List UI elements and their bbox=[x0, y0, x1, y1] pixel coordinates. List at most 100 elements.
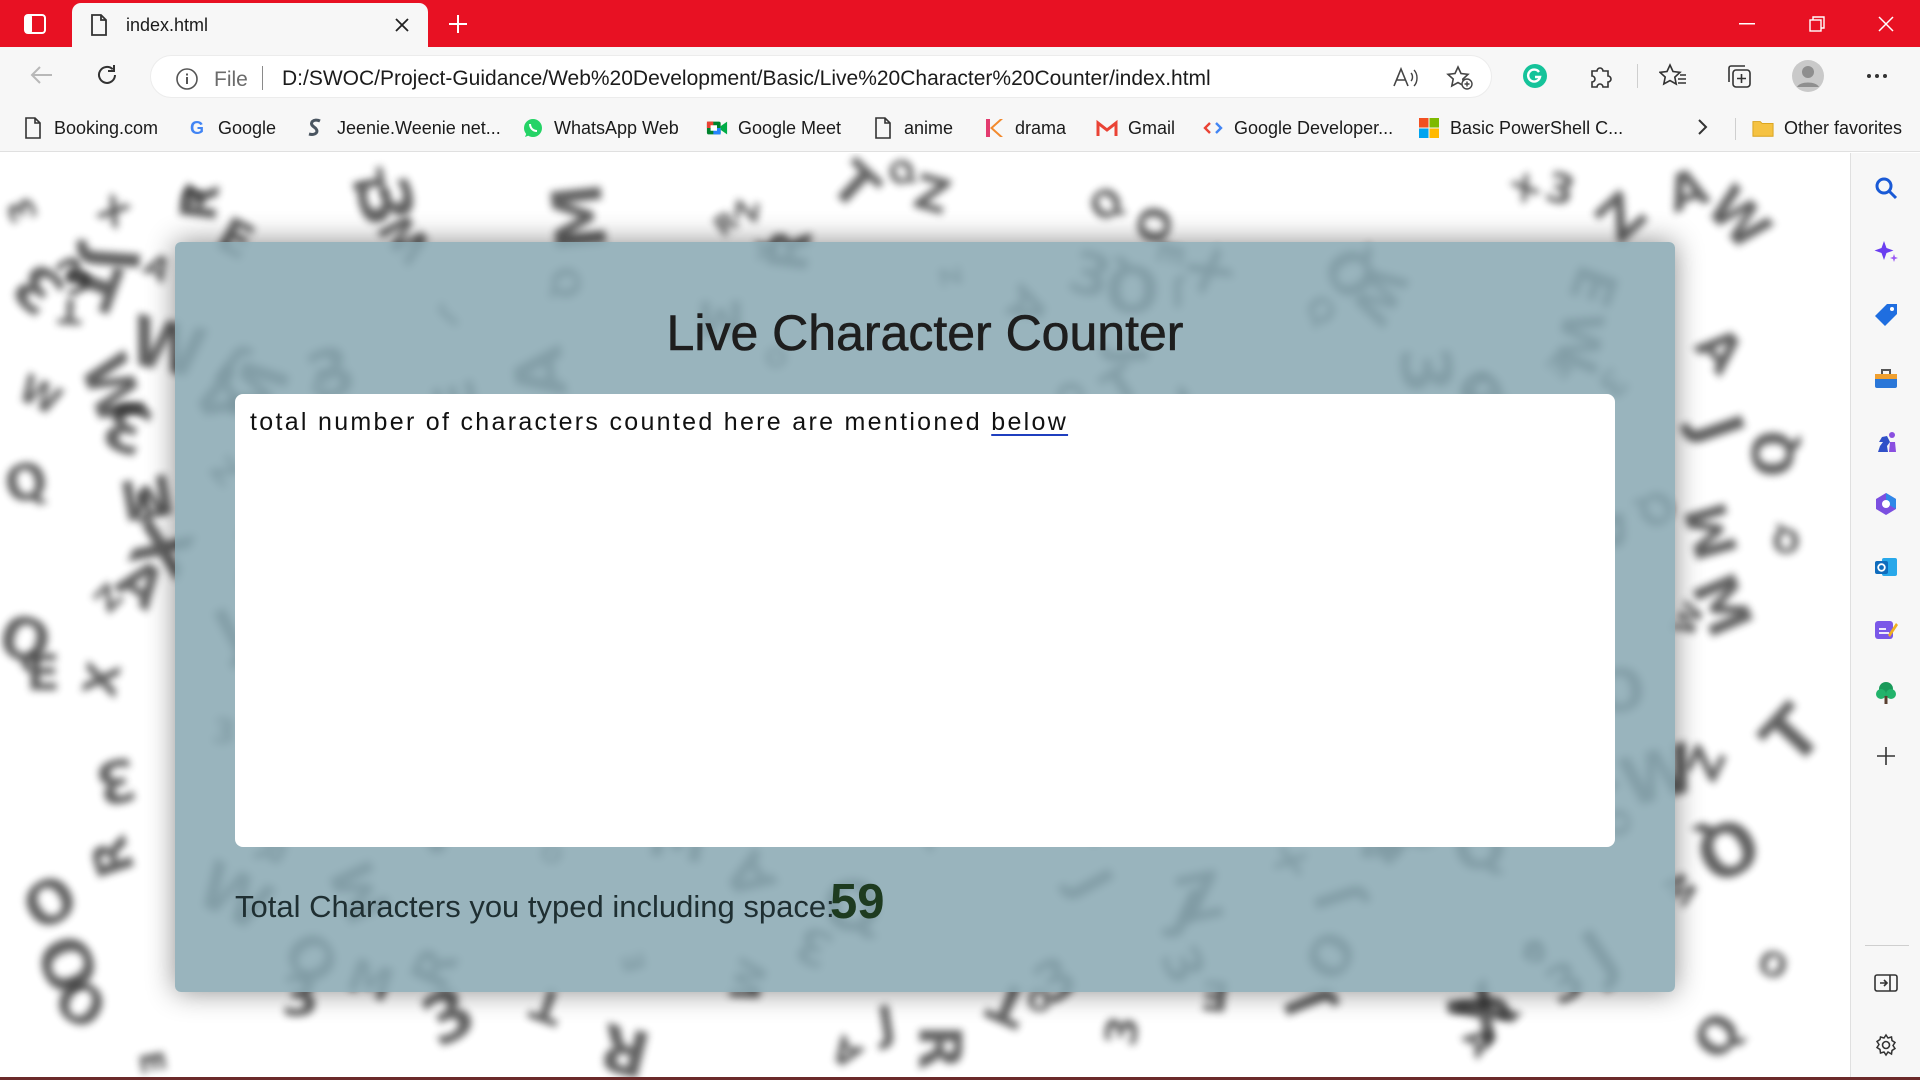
puzzle-icon bbox=[1588, 63, 1614, 89]
favorite-jeenie[interactable]: Jeenie.Weenie net... bbox=[305, 113, 501, 143]
background-letter: E bbox=[130, 1047, 174, 1078]
hide-sidebar-button[interactable] bbox=[1870, 967, 1902, 999]
background-letter: M bbox=[114, 460, 179, 533]
whatsapp-icon bbox=[522, 117, 544, 139]
favorite-drama[interactable]: drama bbox=[983, 113, 1066, 143]
favorite-label: Jeenie.Weenie net... bbox=[337, 117, 501, 138]
close-tab-button[interactable] bbox=[390, 13, 414, 37]
background-letter: X bbox=[73, 657, 132, 702]
favorite-booking[interactable]: Booking.com bbox=[22, 113, 158, 143]
favorite-developers[interactable]: Google Developer... bbox=[1202, 113, 1393, 143]
minimize-icon bbox=[1739, 22, 1755, 25]
sidebar-shopping-button[interactable] bbox=[1870, 299, 1902, 331]
favorite-powershell[interactable]: Basic PowerShell C... bbox=[1418, 113, 1623, 143]
minimize-button[interactable] bbox=[1716, 0, 1778, 47]
browser-tab-active[interactable]: index.html bbox=[72, 3, 428, 47]
sidebar-settings-button[interactable] bbox=[1870, 1029, 1902, 1061]
back-arrow-icon bbox=[30, 65, 54, 85]
favorite-label: Basic PowerShell C... bbox=[1450, 117, 1624, 138]
close-window-button[interactable] bbox=[1855, 0, 1917, 47]
background-letter: Q bbox=[1741, 428, 1809, 479]
sidebar-discover-button[interactable] bbox=[1870, 236, 1902, 268]
restore-button[interactable] bbox=[1786, 0, 1848, 47]
plus-icon bbox=[447, 13, 469, 35]
extensions-button[interactable] bbox=[1584, 59, 1618, 93]
plus-icon bbox=[1876, 746, 1896, 766]
grammarly-icon bbox=[1522, 63, 1548, 89]
favorites-button[interactable] bbox=[1656, 59, 1690, 93]
grammarly-button[interactable] bbox=[1518, 59, 1552, 93]
sidebar-search-button[interactable] bbox=[1870, 172, 1902, 204]
sidebar-collapse-icon bbox=[1874, 973, 1898, 993]
text-input-area[interactable]: total number of characters counted here … bbox=[235, 394, 1615, 847]
background-letter: W bbox=[11, 365, 69, 425]
background-letter: R bbox=[905, 1024, 975, 1071]
favorite-meet[interactable]: Google Meet bbox=[706, 113, 841, 143]
url-text[interactable]: D:/SWOC/Project-Guidance/Web%20Developme… bbox=[282, 67, 1211, 91]
typed-text: total number of characters counted here … bbox=[250, 408, 992, 436]
profile-button[interactable] bbox=[1791, 59, 1825, 93]
sidebar-games-button[interactable] bbox=[1870, 425, 1902, 457]
favorite-label: Other favorites bbox=[1784, 117, 1903, 138]
toolbar-divider bbox=[1637, 64, 1638, 88]
background-letter: X bbox=[90, 187, 136, 238]
sidebar-tools-button[interactable] bbox=[1870, 362, 1902, 394]
sidebar-office-button[interactable] bbox=[1870, 488, 1902, 520]
favorite-gmail[interactable]: Gmail bbox=[1096, 113, 1175, 143]
background-letter: 3 bbox=[89, 743, 143, 819]
gear-icon bbox=[1874, 1033, 1898, 1057]
add-favorite-button[interactable] bbox=[1446, 65, 1474, 91]
edge-sidebar bbox=[1850, 153, 1920, 1080]
toolbox-icon bbox=[1873, 366, 1899, 390]
refresh-button[interactable] bbox=[89, 59, 125, 91]
jeenie-icon bbox=[305, 117, 327, 139]
page-icon bbox=[872, 117, 894, 139]
more-icon bbox=[1866, 73, 1888, 79]
restore-icon bbox=[1809, 15, 1825, 32]
kdrama-icon bbox=[983, 117, 1005, 139]
favorite-whatsapp[interactable]: WhatsApp Web bbox=[522, 113, 679, 143]
address-bar[interactable]: File D:/SWOC/Project-Guidance/Web%20Deve… bbox=[150, 55, 1492, 98]
sidebar-tree-button[interactable] bbox=[1870, 677, 1902, 709]
background-letter: Q bbox=[1080, 177, 1133, 232]
favorites-divider bbox=[1735, 118, 1736, 140]
meet-icon bbox=[706, 117, 728, 139]
sidebar-outlook-button[interactable] bbox=[1870, 551, 1902, 583]
background-letter: Q bbox=[0, 449, 55, 517]
background-letter: X bbox=[1506, 167, 1546, 211]
character-count-value: 59 bbox=[830, 875, 885, 929]
background-letter: O bbox=[1752, 939, 1795, 987]
sidebar-designer-button[interactable] bbox=[1870, 614, 1902, 646]
favorite-google[interactable]: G Google bbox=[186, 113, 276, 143]
microsoft365-icon bbox=[1873, 491, 1899, 517]
sidebar-add-button[interactable] bbox=[1870, 740, 1902, 772]
chess-icon bbox=[1873, 428, 1899, 454]
favorite-label: drama bbox=[1015, 117, 1067, 138]
background-letter: T bbox=[56, 289, 83, 331]
background-letter: A bbox=[823, 1026, 870, 1077]
collections-button[interactable] bbox=[1722, 59, 1756, 93]
back-button[interactable] bbox=[24, 59, 60, 91]
more-favorites-button[interactable] bbox=[1697, 118, 1709, 136]
favorite-label: WhatsApp Web bbox=[554, 117, 679, 138]
read-aloud-button[interactable] bbox=[1391, 65, 1419, 91]
favorites-list-icon bbox=[1659, 63, 1687, 89]
favorite-anime[interactable]: anime bbox=[872, 113, 953, 143]
refresh-icon bbox=[95, 63, 119, 87]
background-letter: 3 bbox=[1096, 1013, 1150, 1049]
browser-toolbar: File D:/SWOC/Project-Guidance/Web%20Deve… bbox=[0, 47, 1920, 104]
close-icon bbox=[1878, 15, 1894, 32]
new-tab-button[interactable] bbox=[442, 8, 474, 40]
favorite-label: Gmail bbox=[1128, 117, 1176, 138]
developers-icon bbox=[1202, 117, 1224, 139]
url-separator bbox=[262, 66, 263, 90]
favorite-other-favorites[interactable]: Other favorites bbox=[1752, 113, 1902, 143]
page-icon bbox=[90, 14, 108, 36]
tab-actions-button[interactable] bbox=[17, 11, 53, 37]
favorite-label: Google Developer... bbox=[1234, 117, 1394, 138]
settings-more-button[interactable] bbox=[1860, 59, 1894, 93]
tab-title: index.html bbox=[126, 15, 209, 35]
info-icon[interactable] bbox=[175, 67, 199, 91]
google-icon: G bbox=[189, 117, 204, 138]
search-icon bbox=[1874, 176, 1898, 200]
